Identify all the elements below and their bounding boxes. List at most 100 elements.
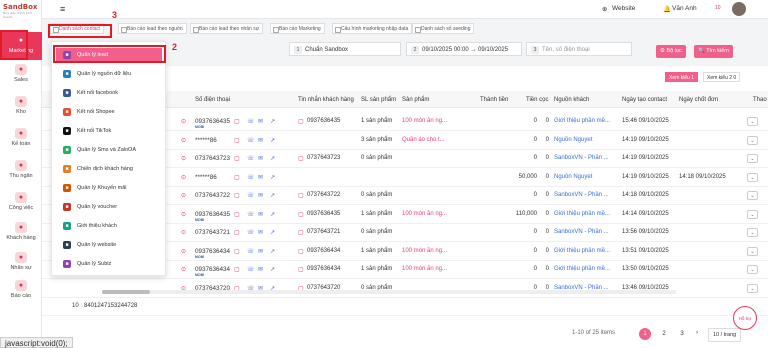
refresh-icon[interactable]: ⊙ [181,192,186,199]
page-1-button[interactable]: 1 [639,328,651,340]
call-icon[interactable]: ☏ [247,192,255,199]
refresh-icon[interactable]: ⊙ [181,155,186,162]
refresh-icon[interactable]: ⊙ [181,174,186,181]
sidebar-item-8[interactable]: ● Báo cáo [0,280,42,299]
send-icon[interactable]: ↗ [270,266,275,273]
expand-chevron-icon[interactable]: ⌄ [747,191,758,200]
message-icon[interactable]: ✉ [258,137,263,144]
product-name[interactable]: 100 món ăn ng... [402,248,447,254]
user-name[interactable]: Văn Anh [672,5,697,12]
product-name[interactable]: 100 món ăn ng... [402,266,447,272]
product-name[interactable]: Quần áo cho t... [402,137,445,143]
send-icon[interactable]: ↗ [270,137,275,144]
message-icon[interactable]: ✉ [258,248,263,255]
copy-icon[interactable]: ▢ [234,266,240,273]
lead-source[interactable]: Giới thiệu phần mề... [554,118,610,124]
lead-source[interactable]: SanboxVN - Phần ... [554,192,609,198]
expand-chevron-icon[interactable]: ⌄ [747,209,758,219]
view-mode-2-button[interactable]: Xem kiểu 2 0 [703,72,741,82]
menu-item-2[interactable]: ■ Kết nối facebook [56,86,162,100]
website-selector[interactable]: Website [612,5,635,12]
sidebar-item-1[interactable]: ● Sales [0,64,42,83]
call-icon[interactable]: ☏ [247,211,255,218]
refresh-icon[interactable]: ⊙ [181,211,186,218]
message-icon[interactable]: ✉ [258,266,263,273]
lead-source[interactable]: Nguồn Nguyet [554,174,592,180]
message-icon[interactable]: ✉ [258,192,263,199]
menu-item-3[interactable]: ■ Kết nối Shopee [56,105,162,119]
tab-5[interactable]: Danh sách số seeding [412,23,475,34]
expand-chevron-icon[interactable]: ⌄ [747,117,758,126]
copy-icon[interactable]: ▢ [234,174,240,181]
menu-item-11[interactable]: ■ Quản lý Subiz [56,257,162,271]
call-icon[interactable]: ☏ [247,137,255,144]
menu-item-4[interactable]: ■ Kết nối TikTok [56,124,162,138]
store-select[interactable]: 1 Chuẩn Sandbox [289,42,401,56]
send-icon[interactable]: ↗ [270,248,275,255]
refresh-icon[interactable]: ⊙ [181,248,186,255]
send-icon[interactable]: ↗ [270,174,275,181]
horizontal-scrollbar[interactable] [102,290,676,294]
send-icon[interactable]: ↗ [270,118,275,125]
menu-item-7[interactable]: ■ Quản lý Khuyến mãi [56,181,162,195]
sidebar-item-6[interactable]: ● Khách hàng [0,222,42,241]
filter-button[interactable]: ⚙ Bộ lọc [656,45,686,58]
copy-icon[interactable]: ▢ [234,229,240,236]
expand-chevron-icon[interactable]: ⌄ [747,283,758,293]
page-3-button[interactable]: 3 [676,328,688,340]
tab-2[interactable]: Báo cáo lead theo nhân sự [190,23,264,34]
expand-chevron-icon[interactable]: ⌄ [747,246,758,256]
lead-source[interactable]: Nguồn Nguyet [554,137,592,143]
menu-item-9[interactable]: ■ Giới thiệu khách [56,219,162,233]
call-icon[interactable]: ☏ [247,118,255,125]
copy-icon[interactable]: ▢ [234,211,240,218]
call-icon[interactable]: ☏ [247,174,255,181]
copy-icon[interactable]: ▢ [234,192,240,199]
tab-4[interactable]: Cấu hình marketing nhập data [332,23,413,34]
message-icon[interactable]: ✉ [258,118,263,125]
message-icon[interactable]: ✉ [258,211,263,218]
refresh-icon[interactable]: ⊙ [181,266,186,273]
menu-item-10[interactable]: ■ Quản lý website [56,238,162,252]
refresh-icon[interactable]: ⊙ [181,137,186,144]
lead-source[interactable]: SanboxVN - Phần ... [554,229,609,235]
copy-icon[interactable]: ▢ [234,118,240,125]
lead-source[interactable]: Giới thiệu phần mề... [554,211,610,217]
search-input[interactable]: 3 Tên, số điện thoại [526,42,632,56]
lead-source[interactable]: Giới thiệu phần mề... [554,266,610,272]
sidebar-item-2[interactable]: ● Kho [0,96,42,115]
support-chat-button[interactable]: Hỗ trợ [733,306,757,330]
message-icon[interactable]: ✉ [258,155,263,162]
expand-chevron-icon[interactable]: ⌄ [747,265,758,274]
copy-icon[interactable]: ▢ [234,248,240,255]
next-page-icon[interactable]: › [696,330,698,336]
message-icon[interactable]: ✉ [258,229,263,236]
product-name[interactable]: 100 món ăn ng... [402,211,447,217]
notification-count[interactable]: 10 [715,5,721,11]
sidebar-item-4[interactable]: ● Thu ngân [0,160,42,179]
sidebar-item-3[interactable]: ● Kế toán [0,128,42,147]
send-icon[interactable]: ↗ [270,155,275,162]
sidebar-item-5[interactable]: ● Công việc [0,192,42,211]
refresh-icon[interactable]: ⊙ [181,118,186,125]
send-icon[interactable]: ↗ [270,192,275,199]
refresh-icon[interactable]: ⊙ [181,229,186,236]
send-icon[interactable]: ↗ [270,211,275,218]
expand-chevron-icon[interactable]: ⌄ [747,135,758,145]
search-button[interactable]: 🔍 Tìm kiếm [694,45,733,58]
send-icon[interactable]: ↗ [270,229,275,236]
tab-1[interactable]: Báo cáo lead theo nguồn [118,23,187,34]
menu-item-6[interactable]: ■ Chiến dịch khách hàng [56,162,162,176]
lead-source[interactable]: Giới thiệu phần mề... [554,248,610,254]
tab-3[interactable]: Báo cáo Marketing [270,23,325,34]
expand-chevron-icon[interactable]: ⌄ [747,228,758,237]
page-size-select[interactable]: 10 / trang [708,328,742,342]
call-icon[interactable]: ☏ [247,229,255,236]
copy-icon[interactable]: ▢ [234,137,240,144]
view-mode-1-button[interactable]: Xem kiểu 1 [665,72,699,82]
menu-item-1[interactable]: ■ Quản lý nguồn dữ liệu [56,67,162,81]
bell-icon[interactable]: 🔔 [663,5,671,13]
page-2-button[interactable]: 2 [658,328,670,340]
copy-icon[interactable]: ▢ [234,155,240,162]
message-icon[interactable]: ✉ [258,174,263,181]
